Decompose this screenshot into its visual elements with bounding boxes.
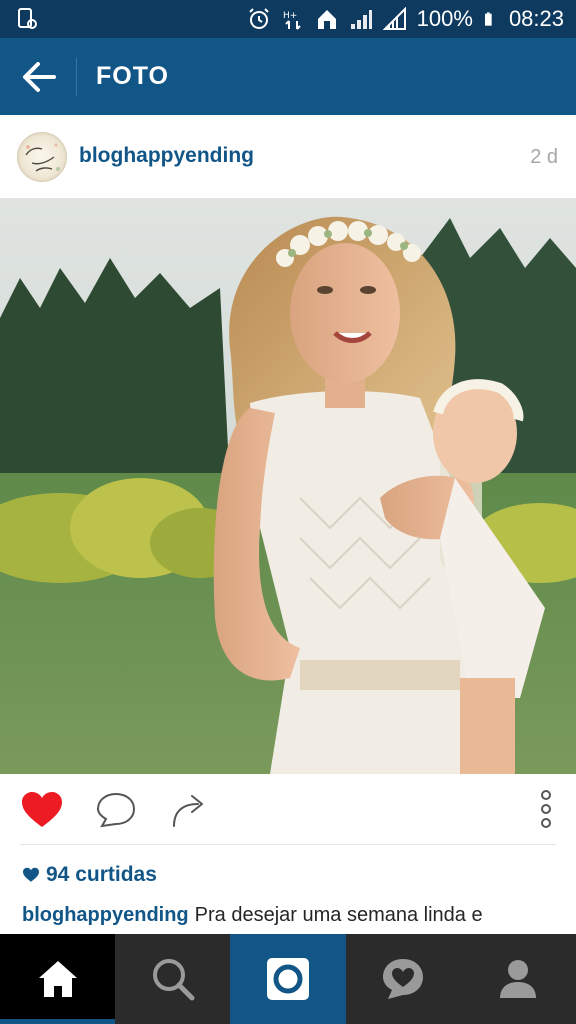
avatar-logo (25, 143, 60, 172)
svg-text:H+: H+ (283, 11, 297, 21)
caption-text: Pra desejar uma semana linda e (194, 904, 483, 926)
arrow-left-icon[interactable] (18, 58, 58, 96)
small-heart-icon (23, 867, 39, 882)
heart-shape (22, 792, 62, 827)
app-bar: FOTO (0, 38, 576, 115)
more-vertical-icon[interactable] (524, 790, 568, 830)
likes-count[interactable]: 94 curtidas (22, 860, 157, 890)
post-caption: bloghappyending Pra desejar uma semana li… (22, 904, 562, 927)
bottom-nav (0, 934, 576, 1024)
screenshot-icon (18, 8, 37, 29)
app-bar-divider (76, 58, 77, 96)
profile-icon (500, 960, 537, 998)
caption-username[interactable]: bloghappyending (22, 904, 189, 926)
post-photo[interactable] (0, 198, 576, 774)
likes-label: 94 curtidas (46, 863, 157, 886)
comment-icon[interactable] (94, 790, 138, 830)
post-header: bloghappyending 2 d (0, 115, 576, 198)
status-bar: H+ 100% 08:23 (0, 0, 576, 38)
share-icon[interactable] (168, 790, 212, 830)
nav-activity[interactable] (345, 934, 461, 1024)
home-wifi-icon (317, 10, 336, 29)
battery-percent: 100% (416, 6, 473, 31)
camera-icon (266, 958, 309, 1000)
signal-icon-2 (382, 7, 406, 30)
nav-camera[interactable] (230, 934, 346, 1024)
nav-home[interactable] (0, 934, 116, 1024)
clock: 08:23 (508, 6, 564, 31)
nav-search[interactable] (115, 934, 231, 1024)
heart-icon[interactable] (20, 790, 64, 830)
post-actions (0, 774, 576, 844)
actions-divider (20, 844, 556, 845)
activity-icon (383, 959, 424, 999)
battery-icon (484, 12, 492, 26)
avatar[interactable] (17, 132, 67, 182)
signal-icon (350, 10, 372, 29)
alarm-icon (248, 8, 269, 29)
home-icon (38, 961, 77, 997)
page-title: FOTO (96, 62, 169, 90)
data-icon: H+ (283, 11, 301, 30)
search-icon (152, 959, 195, 1001)
nav-profile[interactable] (460, 934, 576, 1024)
post-username[interactable]: bloghappyending (79, 144, 254, 168)
post-time: 2 d (530, 146, 558, 168)
photo-image (0, 198, 576, 774)
